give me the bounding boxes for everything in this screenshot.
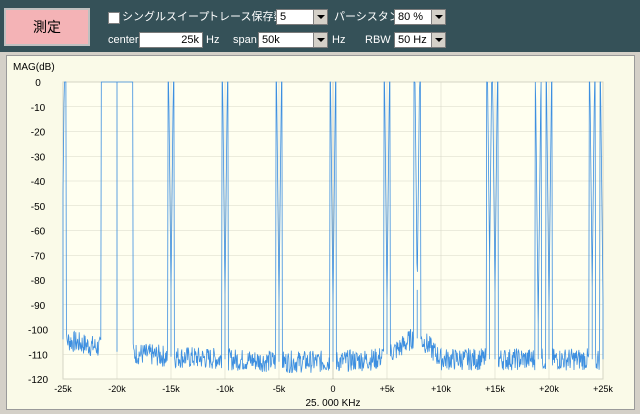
trace-count-label: トレース保存数 bbox=[208, 11, 285, 23]
y-tick-label: -60 bbox=[31, 227, 46, 238]
x-tick-label: -25k bbox=[54, 384, 72, 394]
center-unit: Hz bbox=[206, 34, 220, 46]
x-tick-label: 0 bbox=[330, 384, 335, 394]
y-axis-label: MAG(dB) bbox=[13, 62, 55, 73]
x-tick-label: -5k bbox=[273, 384, 286, 394]
y-tick-label: 0 bbox=[35, 78, 41, 89]
y-tick-label: -20 bbox=[31, 128, 46, 139]
x-axis-label: 25. 000 KHz bbox=[305, 398, 360, 409]
span-label: span bbox=[233, 34, 257, 46]
single-sweep-checkbox[interactable] bbox=[108, 12, 120, 24]
y-tick-label: -90 bbox=[31, 301, 46, 312]
x-tick-label: +20k bbox=[539, 384, 559, 394]
y-tick-label: -80 bbox=[31, 276, 46, 287]
y-tick-label: -50 bbox=[31, 202, 46, 213]
control-bar: 測定 シングルスイープ トレース保存数 5 パーシスタンス 80 % cente… bbox=[0, 0, 640, 52]
y-tick-label: -120 bbox=[28, 375, 48, 386]
y-tick-label: -100 bbox=[28, 326, 48, 337]
trace-count-select[interactable]: 5 bbox=[276, 9, 328, 25]
rbw-label: RBW bbox=[365, 34, 391, 46]
x-tick-label: -15k bbox=[162, 384, 180, 394]
measure-button[interactable]: 測定 bbox=[4, 8, 90, 46]
x-tick-label: -20k bbox=[108, 384, 126, 394]
x-tick-label: +10k bbox=[431, 384, 451, 394]
chevron-down-icon[interactable] bbox=[313, 33, 327, 47]
chevron-down-icon[interactable] bbox=[431, 10, 445, 24]
persistence-select[interactable]: 80 % bbox=[394, 9, 446, 25]
single-sweep-label: シングルスイープ bbox=[122, 11, 210, 23]
spectrum-chart: 0 -10 -20 -30 -40 -50 -60 -70 -80 -90 -100 -110 -120… bbox=[13, 62, 613, 409]
span-select[interactable]: 50k bbox=[258, 32, 328, 48]
spectrum-panel: 0 -10 -20 -30 -40 -50 -60 -70 -80 -90 -100 -110 -120… bbox=[6, 55, 635, 410]
chevron-down-icon[interactable] bbox=[431, 33, 445, 47]
y-tick-label: -110 bbox=[28, 350, 48, 361]
y-tick-label: -30 bbox=[31, 152, 46, 163]
y-tick-label: -70 bbox=[31, 251, 46, 262]
rbw-value: 50 Hz bbox=[398, 34, 427, 46]
y-tick-label: -10 bbox=[31, 103, 46, 114]
x-tick-label: -10k bbox=[216, 384, 234, 394]
span-unit: Hz bbox=[332, 34, 346, 46]
y-tick-label: -40 bbox=[31, 177, 46, 188]
x-tick-label: +15k bbox=[485, 384, 505, 394]
persistence-value: 80 % bbox=[398, 11, 424, 23]
x-tick-label: +25k bbox=[593, 384, 613, 394]
chevron-down-icon[interactable] bbox=[313, 10, 327, 24]
center-label: center bbox=[108, 34, 139, 46]
center-input[interactable]: 25k bbox=[139, 32, 203, 48]
x-tick-label: +5k bbox=[380, 384, 395, 394]
span-value: 50k bbox=[262, 34, 280, 46]
trace-count-value: 5 bbox=[280, 11, 287, 23]
rbw-select[interactable]: 50 Hz bbox=[394, 32, 446, 48]
